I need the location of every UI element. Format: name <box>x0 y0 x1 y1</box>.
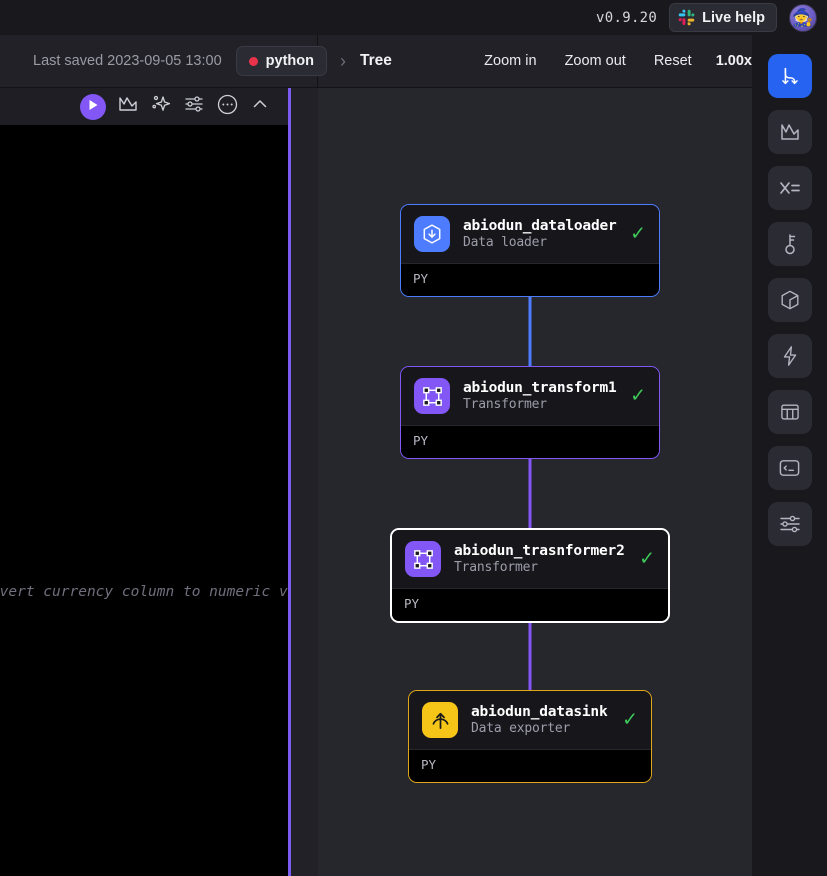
rail-button-data-panel[interactable] <box>767 390 812 434</box>
rail-button-terminal-panel[interactable] <box>767 446 812 490</box>
rail-button-triggers-panel[interactable] <box>767 334 812 378</box>
variables-icon <box>778 178 802 198</box>
node-subtitle: Data exporter <box>471 721 571 736</box>
node-title: abiodun_datasink <box>471 704 608 720</box>
bounding-box-icon <box>414 378 450 414</box>
settings-button[interactable] <box>183 96 205 118</box>
zoom-reset-button[interactable]: Reset <box>642 46 704 76</box>
app-root: v0.9.20 Live help 🧙 Last saved 2023-09-0… <box>0 0 827 876</box>
node-language-label: PY <box>413 271 429 286</box>
chart-button[interactable] <box>117 96 139 118</box>
pipeline-toolbar: Last saved 2023-09-05 13:00 python › Tre… <box>0 35 827 88</box>
node-header[interactable]: abiodun_trasnformer2 Transformer ✓ <box>392 530 668 588</box>
node-header[interactable]: abiodun_dataloader Data loader ✓ <box>401 205 659 263</box>
terminal-icon <box>778 458 801 478</box>
zoom-out-button[interactable]: Zoom out <box>553 46 638 76</box>
node-text-group: abiodun_trasnformer2 Transformer <box>454 543 625 575</box>
play-icon <box>88 98 99 116</box>
node-title: abiodun_transform1 <box>463 380 617 396</box>
check-icon: ✓ <box>630 223 646 245</box>
rail-button-secrets-panel[interactable] <box>767 222 812 266</box>
live-help-button[interactable]: Live help <box>669 3 777 32</box>
check-icon: ✓ <box>630 385 646 407</box>
slack-icon <box>678 9 695 26</box>
pipeline-node[interactable]: abiodun_trasnformer2 Transformer ✓ PY <box>390 528 670 623</box>
rail-button-charts-panel[interactable] <box>767 110 812 154</box>
panel-gap <box>291 88 318 876</box>
node-language-label: PY <box>413 433 429 448</box>
app-version: v0.9.20 <box>596 9 658 26</box>
rail-button-variables-panel[interactable] <box>767 166 812 210</box>
zoom-level-label: 1.00x <box>715 53 752 69</box>
magic-button[interactable] <box>150 94 172 119</box>
node-header[interactable]: abiodun_datasink Data exporter ✓ <box>409 691 651 749</box>
last-saved-label: Last saved 2023-09-05 13:00 <box>33 53 222 69</box>
check-icon: ✓ <box>639 548 655 570</box>
editor-toolbar <box>0 88 288 125</box>
tree-icon <box>779 65 801 87</box>
page-title: Tree <box>360 52 392 69</box>
zoom-controls: Zoom in Zoom out Reset 1.00x <box>472 35 752 87</box>
rail-button-blocks-panel[interactable] <box>767 278 812 322</box>
rail-button-settings-panel[interactable] <box>767 502 812 546</box>
chevron-right-icon[interactable]: › <box>340 52 346 70</box>
node-language-label: PY <box>404 596 420 611</box>
arrow-up-export-icon <box>422 702 458 738</box>
node-header[interactable]: abiodun_transform1 Transformer ✓ <box>401 367 659 425</box>
bounding-box-icon <box>405 541 441 577</box>
node-subtitle: Data loader <box>463 235 547 250</box>
right-icon-rail <box>752 35 827 876</box>
cube-download-icon <box>414 216 450 252</box>
sliders-icon <box>184 94 204 119</box>
key-icon <box>780 232 800 256</box>
node-subtitle: Transformer <box>463 397 547 412</box>
node-language-label: PY <box>421 757 437 772</box>
code-editor-body[interactable]: # Convert currency column to numeric val… <box>0 125 288 876</box>
avatar-glyph: 🧙 <box>792 8 814 27</box>
lightning-icon <box>780 345 800 367</box>
top-bar: v0.9.20 Live help 🧙 <box>0 0 827 35</box>
node-text-group: abiodun_transform1 Transformer <box>463 380 617 412</box>
node-text-group: abiodun_datasink Data exporter <box>471 704 608 736</box>
zoom-in-button[interactable]: Zoom in <box>472 46 548 76</box>
collapse-button[interactable] <box>249 96 271 118</box>
pipeline-canvas[interactable]: abiodun_dataloader Data loader ✓ PY abiodun_… <box>318 88 752 876</box>
pipeline-node[interactable]: abiodun_dataloader Data loader ✓ PY <box>400 204 660 297</box>
kernel-status-button[interactable]: python <box>235 46 327 76</box>
live-help-label: Live help <box>702 9 765 26</box>
kernel-status-dot <box>248 56 258 66</box>
avatar[interactable]: 🧙 <box>789 3 817 32</box>
node-footer[interactable]: PY <box>392 588 668 621</box>
more-button[interactable] <box>216 94 238 120</box>
rail-button-tree-panel[interactable] <box>767 54 812 98</box>
cube-icon <box>779 289 801 311</box>
node-title: abiodun_dataloader <box>463 218 617 234</box>
node-footer[interactable]: PY <box>409 749 651 782</box>
run-button[interactable] <box>80 93 106 120</box>
code-editor-panel: # Convert currency column to numeric val… <box>0 88 291 876</box>
sliders-icon <box>779 513 801 535</box>
sparkles-icon <box>151 94 171 119</box>
check-icon: ✓ <box>622 709 638 731</box>
code-comment-line: # Convert currency column to numeric val… <box>0 584 288 600</box>
pipeline-node[interactable]: abiodun_transform1 Transformer ✓ PY <box>400 366 660 459</box>
table-icon <box>779 401 801 423</box>
breadcrumb: › Tree <box>318 35 392 87</box>
pipeline-node[interactable]: abiodun_datasink Data exporter ✓ PY <box>408 690 652 783</box>
node-subtitle: Transformer <box>454 560 538 575</box>
node-text-group: abiodun_dataloader Data loader <box>463 218 617 250</box>
node-footer[interactable]: PY <box>401 425 659 458</box>
kernel-name-label: python <box>265 53 314 69</box>
ellipsis-circle-icon <box>217 94 238 120</box>
chevron-up-icon <box>251 95 269 118</box>
node-footer[interactable]: PY <box>401 263 659 296</box>
chart-icon <box>118 95 138 118</box>
chart-icon <box>779 122 801 142</box>
node-title: abiodun_trasnformer2 <box>454 543 625 559</box>
pipeline-status-group: Last saved 2023-09-05 13:00 python <box>0 35 327 87</box>
